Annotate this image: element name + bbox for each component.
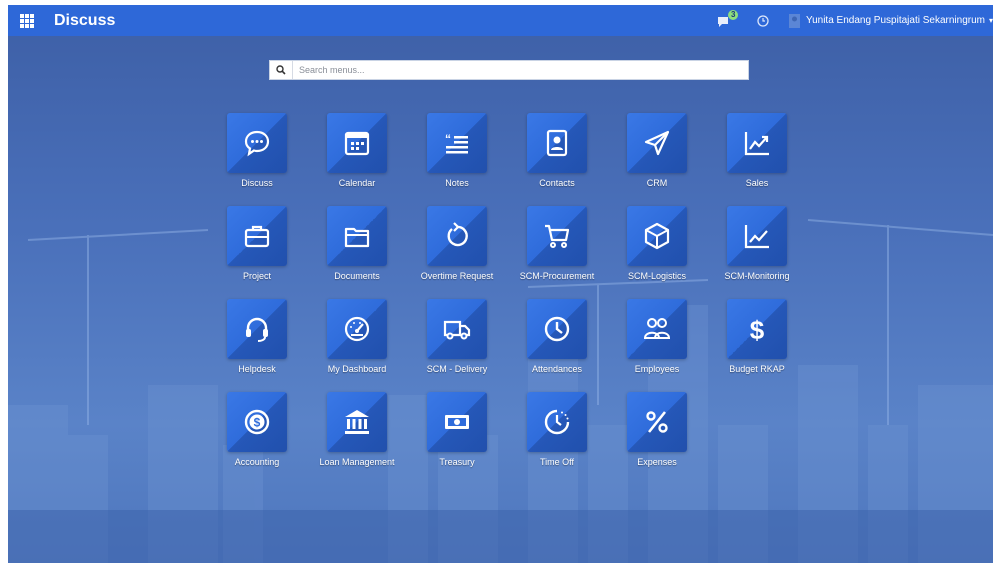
user-avatar-icon[interactable] [788, 13, 800, 28]
app-helpdesk[interactable]: Helpdesk [207, 299, 307, 379]
app-notes[interactable]: “ Notes [407, 113, 507, 193]
svg-text:“: “ [445, 132, 451, 146]
app-sales[interactable]: Sales [707, 113, 807, 193]
app-time-off[interactable]: Time Off [507, 392, 607, 472]
app-scm-logistics[interactable]: SCM-Logistics [607, 206, 707, 286]
app-tile[interactable] [527, 392, 587, 452]
app-label: Sales [745, 178, 769, 188]
search-bar [269, 60, 749, 80]
app-window: Discuss 3 Yunita Endang Puspitajati Seka… [8, 5, 993, 563]
chat-count-badge: 3 [727, 9, 739, 20]
timer-icon [544, 409, 570, 435]
app-title: Discuss [54, 11, 116, 29]
app-tile[interactable] [527, 113, 587, 173]
app-overtime-request[interactable]: Overtime Request [407, 206, 507, 286]
top-navbar: Discuss 3 Yunita Endang Puspitajati Seka… [8, 5, 993, 36]
app-tile[interactable] [727, 206, 787, 266]
app-calendar[interactable]: Calendar [307, 113, 407, 193]
search-icon [270, 61, 293, 79]
dollar-icon: $ [750, 315, 765, 344]
gauge-icon [344, 316, 370, 342]
app-scm-monitoring[interactable]: SCM-Monitoring [707, 206, 807, 286]
activity-clock-icon[interactable] [753, 11, 773, 31]
app-contacts[interactable]: Contacts [507, 113, 607, 193]
app-project[interactable]: Project [207, 206, 307, 286]
calendar-icon [344, 131, 370, 156]
app-scm-procurement[interactable]: SCM-Procurement [507, 206, 607, 286]
headset-icon [246, 317, 268, 342]
app-tile[interactable] [427, 392, 487, 452]
cube-icon [644, 222, 670, 250]
banknote-icon [445, 415, 469, 429]
app-tile[interactable] [327, 392, 387, 452]
trend-chart-icon [744, 132, 769, 156]
app-label: SCM-Monitoring [724, 271, 790, 281]
app-tile[interactable] [327, 113, 387, 173]
svg-text:$: $ [750, 315, 765, 344]
app-tile[interactable] [627, 299, 687, 359]
app-scm-delivery[interactable]: SCM - Delivery [407, 299, 507, 379]
cart-icon [545, 224, 570, 248]
app-tile[interactable] [427, 299, 487, 359]
app-loan-management[interactable]: Loan Management [307, 392, 407, 472]
clock-icon [544, 316, 570, 342]
app-tile[interactable] [627, 392, 687, 452]
refresh-icon [447, 222, 468, 247]
app-tile[interactable] [627, 206, 687, 266]
search-input[interactable] [293, 62, 748, 78]
app-accounting[interactable]: $ Accounting [207, 392, 307, 472]
app-tile[interactable] [527, 299, 587, 359]
app-label: Expenses [637, 457, 677, 467]
bank-icon [345, 410, 369, 434]
notes-icon: “ [445, 132, 468, 154]
app-tile[interactable] [527, 206, 587, 266]
line-chart-icon [744, 225, 769, 249]
app-tile[interactable] [427, 206, 487, 266]
app-grid-icon[interactable] [20, 13, 34, 28]
user-menu-caret-icon[interactable]: ▾ [989, 16, 993, 25]
app-budget-rkap[interactable]: $ Budget RKAP [707, 299, 807, 379]
app-crm[interactable]: CRM [607, 113, 707, 193]
app-tile[interactable] [627, 113, 687, 173]
percent-icon [646, 411, 668, 433]
app-label: Budget RKAP [729, 364, 785, 374]
paper-plane-icon [644, 130, 670, 156]
briefcase-icon [244, 225, 270, 248]
app-tile[interactable] [227, 206, 287, 266]
app-attendances[interactable]: Attendances [507, 299, 607, 379]
app-tile[interactable] [327, 206, 387, 266]
contact-card-icon [546, 129, 568, 157]
app-discuss[interactable]: Discuss [207, 113, 307, 193]
app-employees[interactable]: Employees [607, 299, 707, 379]
app-expenses[interactable]: Expenses [607, 392, 707, 472]
user-name[interactable]: Yunita Endang Puspitajati Sekarningrum [806, 15, 985, 26]
app-tile[interactable] [727, 113, 787, 173]
people-icon [643, 318, 671, 339]
app-tile[interactable]: “ [427, 113, 487, 173]
app-tile[interactable]: $ [227, 392, 287, 452]
app-tile[interactable] [327, 299, 387, 359]
app-tile[interactable] [227, 113, 287, 173]
app-tile[interactable] [227, 299, 287, 359]
truck-icon [443, 320, 471, 340]
app-my-dashboard[interactable]: My Dashboard [307, 299, 407, 379]
chat-bubble-icon [244, 130, 270, 157]
messages-button[interactable]: 3 [717, 9, 739, 30]
app-documents[interactable]: Documents [307, 206, 407, 286]
svg-text:$: $ [254, 416, 261, 430]
coin-icon: $ [244, 409, 270, 435]
app-treasury[interactable]: Treasury [407, 392, 507, 472]
folder-icon [344, 227, 370, 248]
app-tile[interactable]: $ [727, 299, 787, 359]
